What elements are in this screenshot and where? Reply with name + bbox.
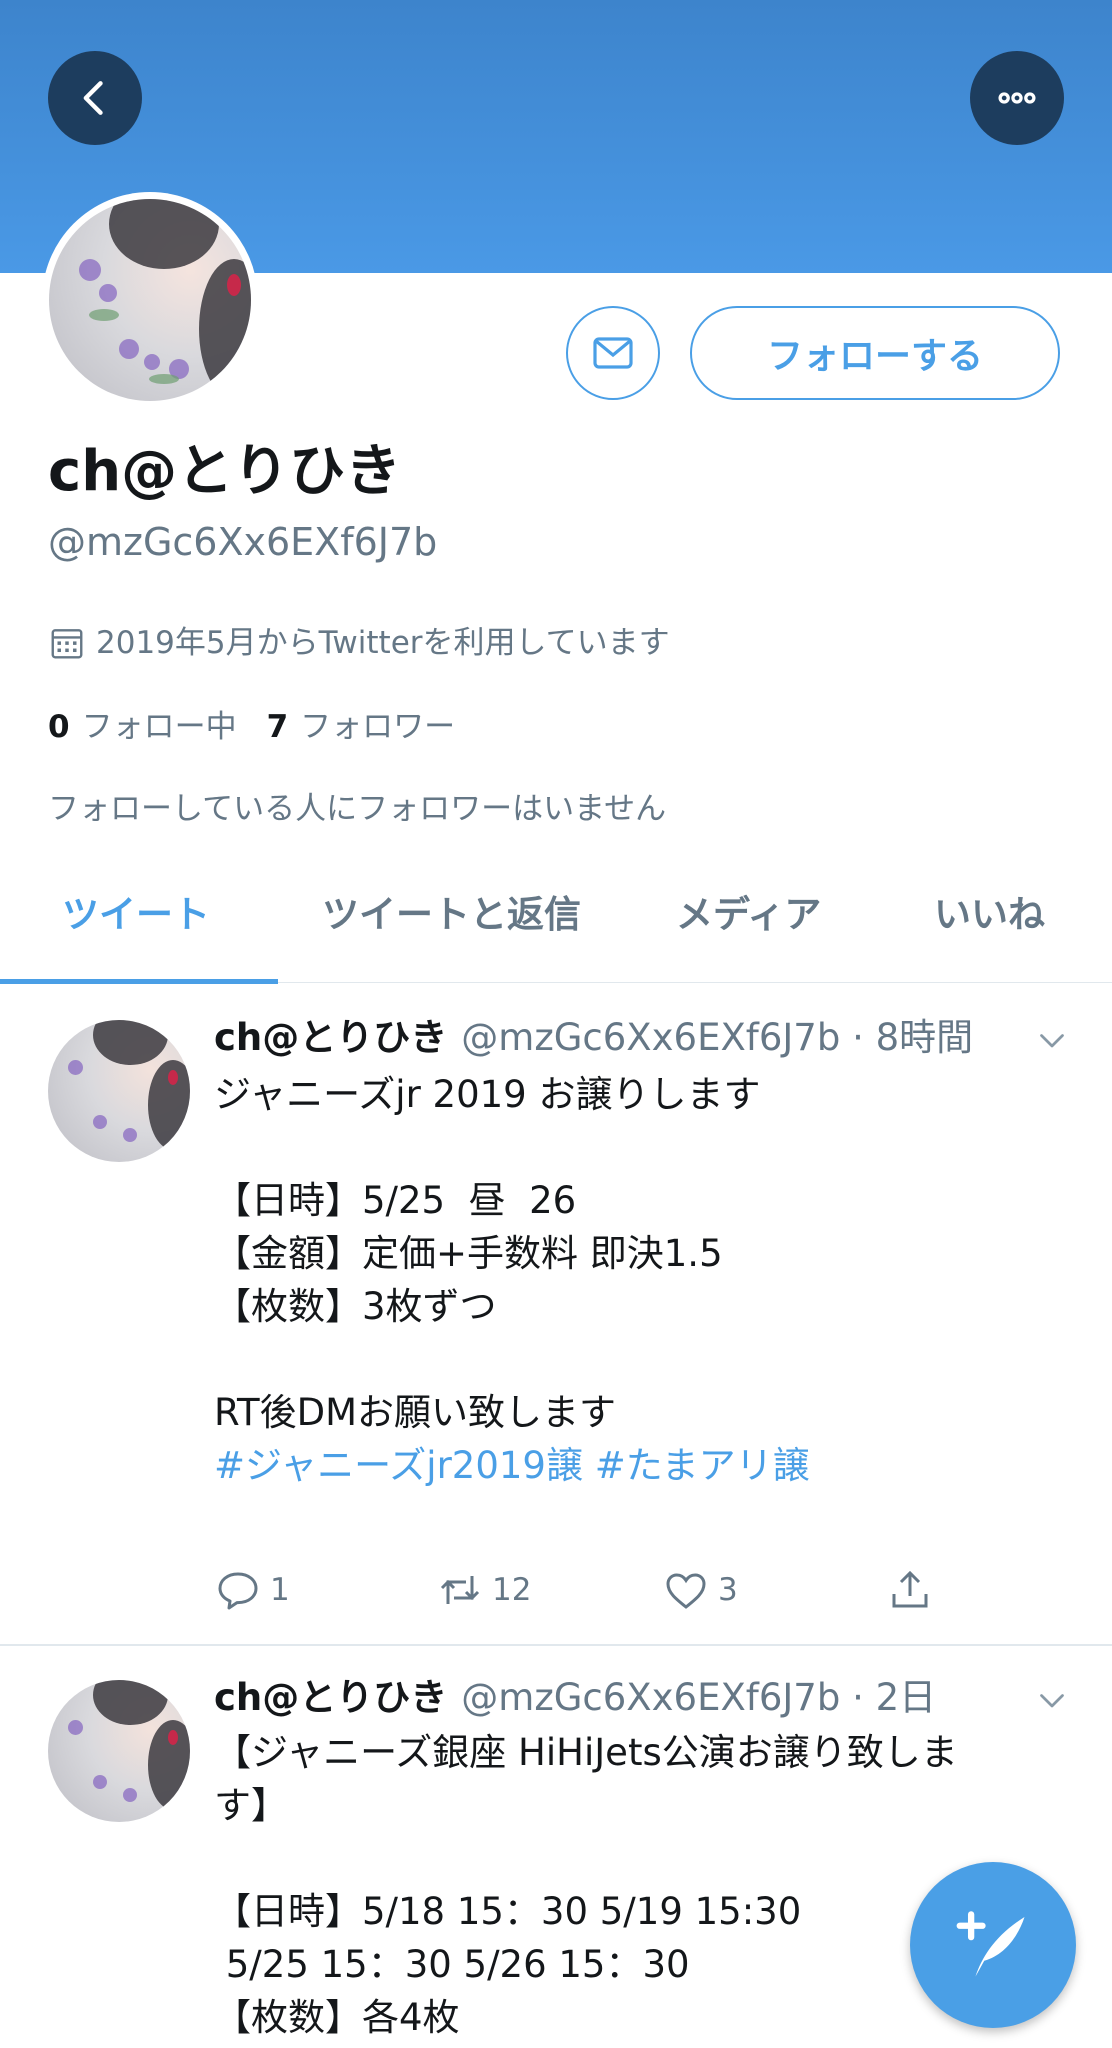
tab-tweets[interactable]: ツイート xyxy=(62,890,210,940)
profile-handle: @mzGc6Xx6EXf6J7b xyxy=(48,520,438,564)
more-horizontal-icon xyxy=(998,92,1036,104)
like-count: 3 xyxy=(718,1572,738,1608)
followers-count: 7 xyxy=(266,709,289,745)
mail-icon xyxy=(593,337,633,369)
tweet-avatar[interactable] xyxy=(48,1680,190,1822)
tweet-actions: 1 12 3 xyxy=(214,1566,974,1622)
share-button[interactable] xyxy=(886,1566,942,1614)
profile-name: ch@とりひき xyxy=(48,439,402,504)
calendar-icon xyxy=(51,629,83,659)
reply-button[interactable]: 1 xyxy=(214,1566,290,1614)
tweet-body-text: ジャニーズjr 2019 お譲りします 【日時】5/25 昼 26 【金額】定価… xyxy=(214,1073,761,1434)
more-button[interactable] xyxy=(970,51,1064,145)
reply-icon xyxy=(218,1572,258,1610)
follow-button[interactable]: フォローする xyxy=(690,306,1060,400)
back-button[interactable] xyxy=(48,51,142,145)
joined-text: 2019年5月からTwitterを利用しています xyxy=(96,625,670,661)
heart-icon xyxy=(666,1573,706,1609)
compose-tweet-icon xyxy=(956,1911,1025,1977)
like-button[interactable]: 3 xyxy=(662,1566,738,1614)
tweet-text: 【ジャニーズ銀座 HiHiJets公演お譲り致しま す】 【日時】5/18 15… xyxy=(214,1731,958,2039)
profile-tabs: ツイート ツイートと返信 メディア いいね xyxy=(0,860,1112,984)
avatar-image xyxy=(49,199,251,401)
retweet-icon xyxy=(440,1576,480,1604)
message-button[interactable] xyxy=(566,306,660,400)
retweet-count: 12 xyxy=(492,1572,532,1608)
tweet-author-name[interactable]: ch@とりひき xyxy=(214,1676,447,1719)
chevron-left-icon xyxy=(83,81,103,115)
tweet-text: ジャニーズjr 2019 お譲りします 【日時】5/25 昼 26 【金額】定価… xyxy=(214,1068,1014,1492)
profile-avatar[interactable] xyxy=(42,192,258,408)
reply-count: 1 xyxy=(270,1572,290,1608)
tweet-author-name[interactable]: ch@とりひき xyxy=(214,1016,447,1059)
tab-tweets-replies[interactable]: ツイートと返信 xyxy=(322,890,581,940)
follow-counts: 0 フォロー中 7 フォロワー xyxy=(48,706,455,748)
tab-media[interactable]: メディア xyxy=(676,890,821,940)
mutual-followers-note: フォローしている人にフォロワーはいません xyxy=(48,791,667,827)
following-count: 0 xyxy=(48,709,70,745)
compose-tweet-button[interactable] xyxy=(910,1862,1076,2028)
tweet-header: ch@とりひき @mzGc6Xx6EXf6J7b · 8時間 xyxy=(214,1014,973,1062)
retweet-button[interactable]: 12 xyxy=(436,1566,531,1614)
share-icon xyxy=(892,1570,928,1608)
tweet-handle-time: @mzGc6Xx6EXf6J7b · 2日 xyxy=(461,1676,937,1719)
tab-likes[interactable]: いいね xyxy=(934,890,1045,940)
following-link[interactable]: 0 フォロー中 xyxy=(48,709,237,745)
chevron-down-icon[interactable] xyxy=(1034,1022,1070,1058)
followers-label: フォロワー xyxy=(300,709,456,745)
tweet-handle-time: @mzGc6Xx6EXf6J7b · 8時間 xyxy=(461,1016,974,1059)
joined-date: 2019年5月からTwitterを利用しています xyxy=(48,622,670,664)
following-label: フォロー中 xyxy=(81,709,237,745)
followers-link[interactable]: 7 フォロワー xyxy=(267,709,456,745)
tweet-header: ch@とりひき @mzGc6Xx6EXf6J7b · 2日 xyxy=(214,1674,936,1722)
tweet-avatar[interactable] xyxy=(48,1020,190,1162)
tweet-hashtags[interactable]: #ジャニーズjr2019譲 #たまアリ譲 xyxy=(214,1444,810,1487)
tweet[interactable]: ch@とりひき @mzGc6Xx6EXf6J7b · 8時間 ジャニーズjr 20… xyxy=(0,984,1112,1644)
chevron-down-icon[interactable] xyxy=(1034,1682,1070,1718)
